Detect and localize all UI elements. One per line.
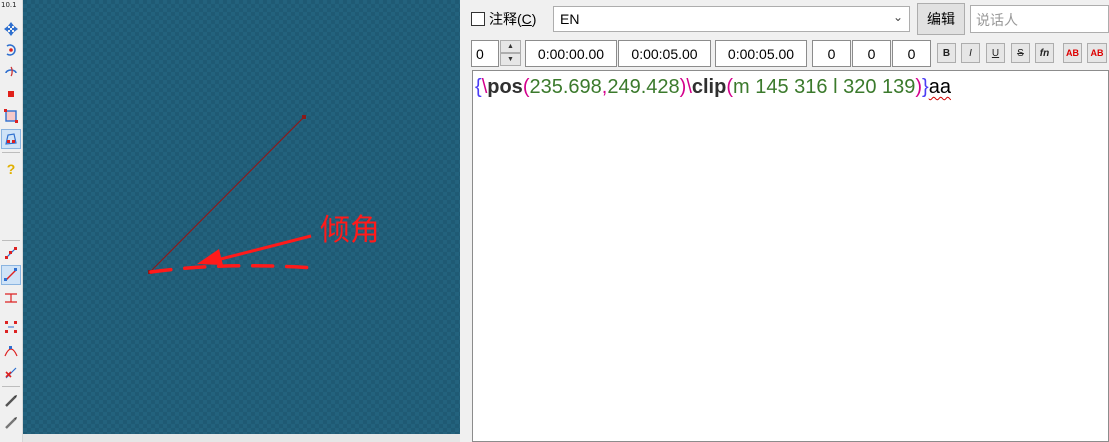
italic-button[interactable]: I xyxy=(961,43,980,63)
comment-checkbox[interactable] xyxy=(471,12,485,26)
style-select-value: EN xyxy=(560,11,580,27)
bicubic-icon[interactable] xyxy=(2,289,20,307)
rotate-z-icon[interactable] xyxy=(2,41,20,59)
drag-points-icon[interactable] xyxy=(2,244,20,262)
comment-mnemonic: C xyxy=(521,11,532,27)
zoom-label: 10.1 xyxy=(1,1,17,9)
add-point-icon[interactable] xyxy=(2,318,20,336)
tag-arg: m 145 316 l 320 139 xyxy=(733,76,916,98)
subtitle-text-editor[interactable]: {\pos(235.698,249.428)\clip(m 145 316 l … xyxy=(472,70,1109,442)
scale-icon[interactable] xyxy=(2,85,20,103)
smooth-freehand-icon[interactable] xyxy=(2,414,20,432)
paren: ( xyxy=(726,76,733,98)
bold-button[interactable]: B xyxy=(937,43,956,63)
primary-color-button[interactable]: AB xyxy=(1063,43,1082,63)
margin-vertical-input[interactable]: 0 xyxy=(892,40,931,67)
underline-button[interactable]: U xyxy=(986,43,1005,63)
line-icon[interactable] xyxy=(1,265,21,285)
clip-line[interactable] xyxy=(149,116,305,273)
layer-input[interactable]: 0 xyxy=(471,40,499,67)
video-scrollbar[interactable] xyxy=(23,434,460,442)
remove-point-icon[interactable] xyxy=(2,364,20,382)
toolbar-separator xyxy=(2,152,20,153)
clip-overlay xyxy=(148,115,317,274)
margin-right-input[interactable]: 0 xyxy=(852,40,891,67)
layer-spinner[interactable]: ▲ ▼ xyxy=(500,40,521,67)
comment-checkbox-row[interactable]: 注释(C) xyxy=(471,10,536,28)
insert-point-icon[interactable] xyxy=(2,342,20,360)
clip-point-end[interactable] xyxy=(302,115,306,119)
spin-down-icon[interactable]: ▼ xyxy=(500,53,521,66)
toolbar-separator xyxy=(2,240,20,241)
comment-label-close: ) xyxy=(531,11,537,27)
help-icon[interactable]: ? xyxy=(2,160,20,178)
video-display[interactable]: 倾角 xyxy=(23,0,460,434)
font-button[interactable]: fn xyxy=(1035,43,1054,63)
start-time-input[interactable]: 0:00:00.00 xyxy=(525,40,617,67)
spin-up-icon[interactable]: ▲ xyxy=(500,40,521,53)
visual-tools-toolbar: 10.1 ? xyxy=(0,0,23,442)
annotation-label: 倾角 xyxy=(320,213,380,248)
rotate-xy-icon[interactable] xyxy=(2,62,20,80)
speaker-input[interactable]: 说话人 xyxy=(970,5,1109,33)
tag-arg: 235.698 xyxy=(529,76,602,98)
drag-icon[interactable] xyxy=(2,20,20,38)
annotation-dashed-curve xyxy=(149,264,317,274)
tag-arg: 249.428 xyxy=(607,76,680,98)
secondary-color-button[interactable]: AB xyxy=(1087,43,1107,63)
plain-text: aa xyxy=(928,76,951,98)
strikeout-button[interactable]: S xyxy=(1011,43,1030,63)
clip-rect-icon[interactable] xyxy=(2,107,20,125)
annotation-arrow-head xyxy=(197,249,223,265)
brace-open: { xyxy=(475,76,482,98)
tag-name: clip xyxy=(691,76,727,98)
subtitle-text[interactable]: {\pos(235.698,249.428)\clip(m 145 316 l … xyxy=(475,76,951,99)
freehand-icon[interactable] xyxy=(2,392,20,410)
tag-name: pos xyxy=(487,76,523,98)
brace-close: } xyxy=(922,76,929,98)
toolbar-separator xyxy=(2,386,20,387)
margin-left-input[interactable]: 0 xyxy=(812,40,851,67)
annotation-arrow xyxy=(208,234,312,264)
duration-input[interactable]: 0:00:05.00 xyxy=(715,40,807,67)
comment-label: 注释( xyxy=(489,11,522,27)
edit-style-button[interactable]: 编辑 xyxy=(917,3,965,35)
style-select[interactable]: EN ⌄ xyxy=(553,6,910,32)
vector-clip-icon[interactable] xyxy=(1,129,21,149)
end-time-input[interactable]: 0:00:05.00 xyxy=(618,40,711,67)
chevron-down-icon: ⌄ xyxy=(892,10,903,24)
